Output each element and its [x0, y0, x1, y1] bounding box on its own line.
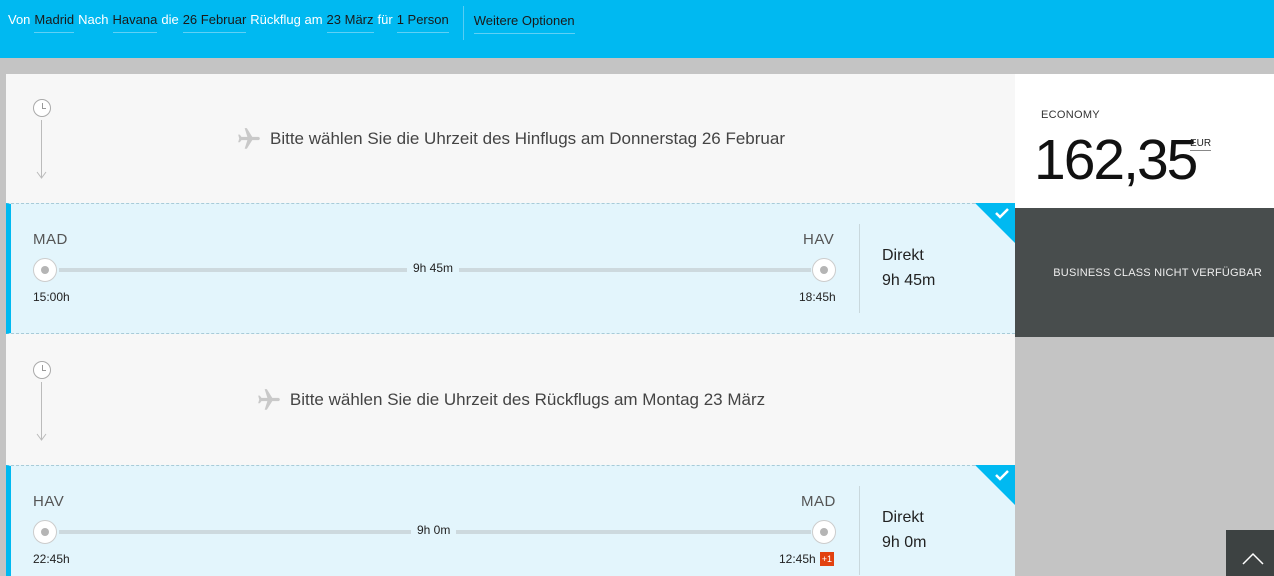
destination-code: MAD — [801, 493, 836, 510]
check-icon — [975, 203, 1015, 243]
search-summary-bar: Von Madrid Nach Havana die 26 Februar Rü… — [0, 0, 1274, 58]
business-unavailable-label: BUSINESS CLASS NICHT VERFÜGBAR — [1053, 267, 1262, 279]
flight-option-return[interactable]: HAV MAD 9h 0m 22:45h 12:45h +1 Direkt 9h … — [6, 465, 1015, 576]
to-word: Nach — [78, 12, 109, 27]
more-options-link[interactable]: Weitere Optionen — [473, 10, 575, 34]
outbound-date-field[interactable]: 26 Februar — [182, 10, 247, 33]
origin-node — [33, 520, 57, 544]
flight-duration: 9h 45m — [407, 261, 460, 275]
origin-field[interactable]: Madrid — [34, 10, 75, 33]
day-offset-badge: +1 — [819, 552, 834, 566]
fare-currency: EUR — [1190, 138, 1212, 151]
arrival-time-value: 12:45h — [779, 552, 816, 566]
destination-code: HAV — [803, 231, 835, 248]
outbound-header: Bitte wählen Sie die Uhrzeit des Hinflug… — [6, 74, 1015, 203]
departure-time: 22:45h — [33, 552, 70, 566]
return-header-row: Bitte wählen Sie die Uhrzeit des Rückflu… — [6, 334, 1015, 465]
destination-field[interactable]: Havana — [112, 10, 158, 33]
business-fare-card: BUSINESS CLASS NICHT VERFÜGBAR — [1015, 208, 1274, 337]
destination-node — [812, 520, 836, 544]
plane-icon — [238, 127, 260, 149]
flight-option-outbound[interactable]: MAD HAV 9h 45m 15:00h 18:45h Direkt 9h 4… — [6, 203, 1015, 334]
outbound-header-text: Bitte wählen Sie die Uhrzeit des Hinflug… — [270, 128, 785, 148]
passengers-word: für — [377, 12, 393, 27]
scroll-to-top-button[interactable] — [1226, 530, 1274, 576]
check-icon — [975, 465, 1015, 505]
fare-price: 162,35 — [1034, 128, 1198, 192]
flight-duration: 9h 0m — [411, 523, 457, 537]
divider — [859, 486, 860, 575]
plane-icon — [258, 388, 280, 410]
stops-label: Direkt — [882, 509, 924, 526]
origin-code: HAV — [33, 493, 65, 510]
fare-class-label: ECONOMY — [1041, 109, 1100, 121]
from-word: Von — [8, 12, 31, 27]
origin-node — [33, 258, 57, 282]
chevron-up-icon — [1242, 552, 1264, 565]
economy-fare-card[interactable]: ECONOMY 162,35 EUR — [1015, 74, 1274, 208]
arrival-time: 12:45h +1 — [779, 552, 834, 566]
destination-node — [812, 258, 836, 282]
origin-code: MAD — [33, 231, 68, 248]
flight-summary: Direkt 9h 45m — [882, 243, 935, 293]
divider — [859, 224, 860, 313]
stops-label: Direkt — [882, 247, 924, 264]
passengers-field[interactable]: 1 Person — [396, 10, 449, 33]
outbound-header-row: Bitte wählen Sie die Uhrzeit des Hinflug… — [6, 74, 1015, 203]
date-word: die — [161, 12, 179, 27]
return-word: Rückflug am — [250, 12, 323, 27]
arrival-time: 18:45h — [799, 290, 836, 304]
flight-selection: Bitte wählen Sie die Uhrzeit des Hinflug… — [6, 74, 1015, 576]
total-duration: 9h 45m — [882, 272, 936, 289]
return-header: Bitte wählen Sie die Uhrzeit des Rückflu… — [6, 334, 1015, 465]
total-duration: 9h 0m — [882, 534, 927, 551]
return-date-field[interactable]: 23 März — [326, 10, 374, 33]
return-header-text: Bitte wählen Sie die Uhrzeit des Rückflu… — [289, 389, 766, 409]
search-breadcrumb: Von Madrid Nach Havana die 26 Februar Rü… — [8, 6, 575, 40]
flight-summary: Direkt 9h 0m — [882, 505, 926, 555]
divider — [462, 6, 464, 40]
departure-time: 15:00h — [33, 290, 70, 304]
